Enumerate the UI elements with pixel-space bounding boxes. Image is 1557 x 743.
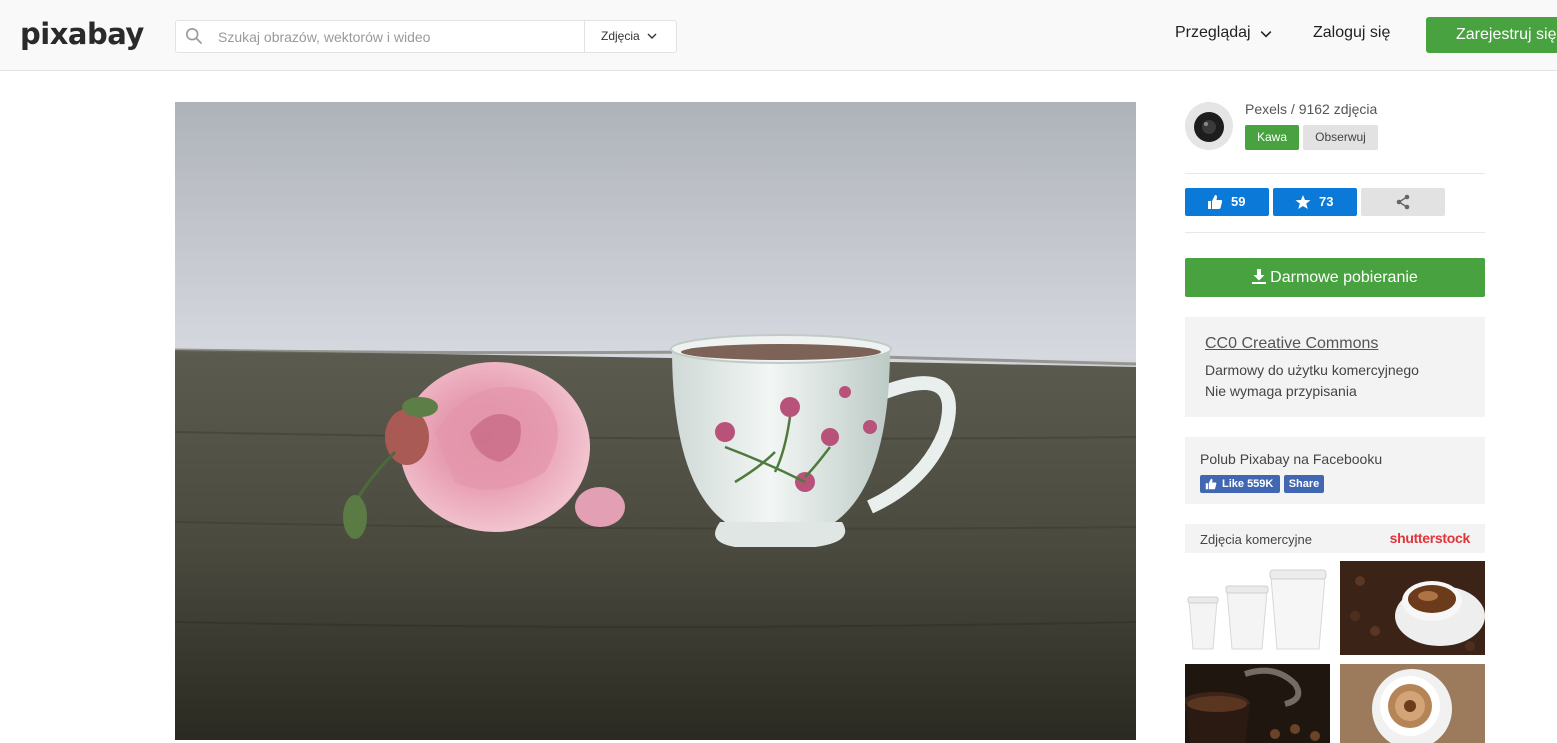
media-type-label: Zdjęcia <box>601 29 640 43</box>
like-count: 59 <box>1231 194 1246 209</box>
coffee-top-view-image <box>1340 664 1485 743</box>
sponsored-header: Zdjęcia komercyjne shutterstock <box>1185 524 1485 553</box>
download-icon <box>1252 269 1267 284</box>
thumbs-up-icon <box>1205 478 1217 490</box>
photo-image <box>175 102 1136 740</box>
coffee-steam-image <box>1185 664 1330 743</box>
media-type-select[interactable]: Zdjęcia <box>584 21 676 52</box>
chevron-down-icon <box>1260 31 1272 38</box>
author-name[interactable]: Pexels / 9162 zdjęcia <box>1245 101 1377 117</box>
chevron-down-icon <box>647 33 657 39</box>
download-label: Darmowe pobieranie <box>1270 269 1418 286</box>
divider <box>1185 232 1485 233</box>
license-line: Nie wymaga przypisania <box>1205 383 1357 399</box>
browse-menu[interactable]: Przeglądaj <box>1175 24 1272 42</box>
sponsored-thumbnail[interactable] <box>1185 664 1330 743</box>
register-button[interactable]: Zarejestruj się <box>1426 17 1557 53</box>
top-header: pixabay Zdjęcia Przeglądaj Zaloguj się Z… <box>0 0 1557 71</box>
license-line: Darmowy do użytku komercyjnego <box>1205 362 1419 378</box>
search-bar: Zdjęcia <box>175 20 677 53</box>
main-photo[interactable] <box>175 102 1136 740</box>
sponsored-thumbnail[interactable] <box>1340 664 1485 743</box>
camera-lens-icon <box>1185 102 1233 150</box>
facebook-text: Polub Pixabay na Facebooku <box>1200 451 1383 467</box>
coffee-cup-beans-image <box>1340 561 1485 655</box>
license-box: CC0 Creative Commons Darmowy do użytku k… <box>1185 317 1485 417</box>
coffee-button[interactable]: Kawa <box>1245 125 1299 150</box>
share-button[interactable] <box>1361 188 1445 216</box>
paper-cups-image <box>1185 561 1330 655</box>
follow-button[interactable]: Obserwuj <box>1303 125 1378 150</box>
favorite-button[interactable]: 73 <box>1273 188 1357 216</box>
facebook-like-button[interactable]: Like 559K <box>1200 475 1280 493</box>
browse-label: Przeglądaj <box>1175 24 1251 41</box>
facebook-like-label: Like 559K <box>1222 478 1274 490</box>
facebook-share-button[interactable]: Share <box>1284 475 1324 493</box>
pixabay-logo[interactable]: pixabay <box>20 17 144 51</box>
search-input[interactable] <box>216 22 580 52</box>
share-icon <box>1396 194 1410 210</box>
sponsored-thumbnail[interactable] <box>1185 561 1330 655</box>
license-link[interactable]: CC0 Creative Commons <box>1205 335 1378 353</box>
favorite-count: 73 <box>1319 194 1334 209</box>
author-avatar[interactable] <box>1185 102 1233 150</box>
thumbs-up-icon <box>1208 195 1223 209</box>
search-icon[interactable] <box>185 27 203 45</box>
sponsored-thumbnail[interactable] <box>1340 561 1485 655</box>
star-icon <box>1295 195 1311 209</box>
sponsored-title: Zdjęcia komercyjne <box>1200 532 1312 547</box>
shutterstock-logo[interactable]: shutterstock <box>1390 530 1471 546</box>
divider <box>1185 173 1485 174</box>
facebook-box: Polub Pixabay na Facebooku Like 559K Sha… <box>1185 437 1485 504</box>
like-button[interactable]: 59 <box>1185 188 1269 216</box>
login-link[interactable]: Zaloguj się <box>1313 24 1390 42</box>
download-button[interactable]: Darmowe pobieranie <box>1185 258 1485 297</box>
